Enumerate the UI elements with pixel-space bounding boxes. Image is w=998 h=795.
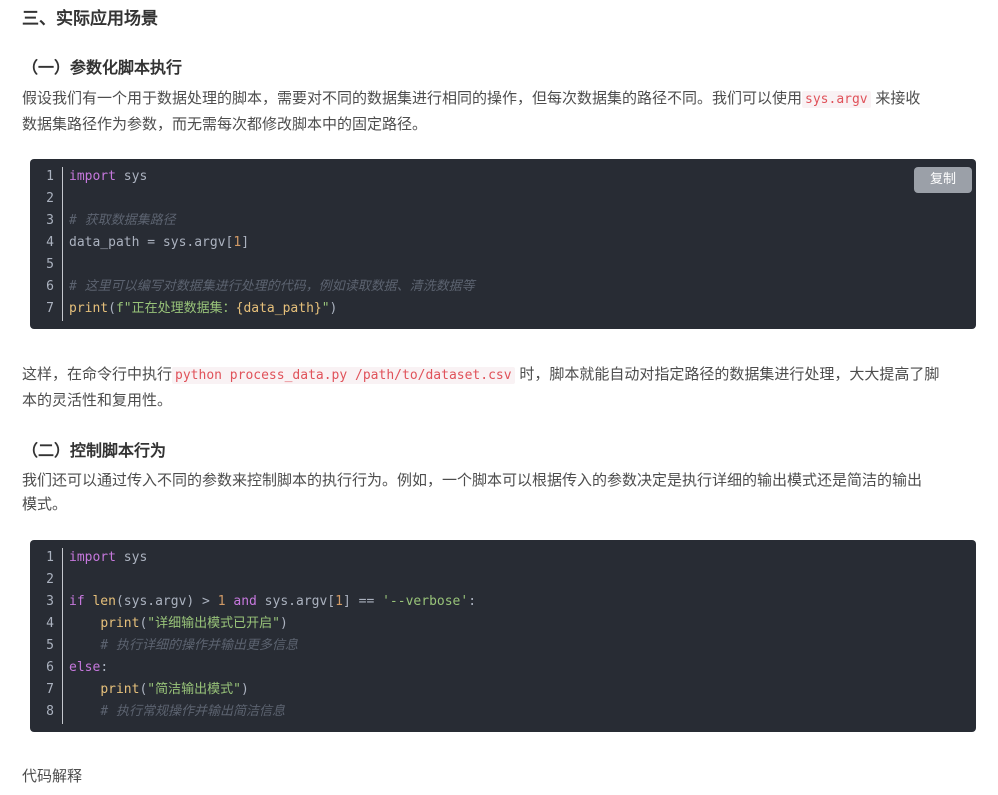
- line-number: 3: [46, 594, 54, 609]
- code-explanation-heading: 代码解释: [22, 767, 83, 785]
- paragraph-3-text-b: 模式。: [22, 495, 68, 513]
- gutter-divider: [62, 548, 63, 724]
- code-line: # 执行详细的操作并输出更多信息: [100, 638, 298, 653]
- line-number: 6: [46, 279, 54, 294]
- code-line: print("详细输出模式已开启"): [100, 616, 288, 631]
- code-line: if len(sys.argv) > 1 and sys.argv[1] == …: [69, 594, 477, 609]
- code-line: # 执行常规操作并输出简洁信息: [100, 704, 285, 719]
- line-number: 1: [46, 169, 54, 184]
- code-lines[interactable]: import sys if len(sys.argv) > 1 and sys.…: [69, 547, 976, 723]
- line-number: 7: [46, 301, 54, 316]
- line-number: 4: [46, 616, 54, 631]
- paragraph-2: 这样，在命令行中执行 python process_data.py /path/t…: [22, 362, 982, 412]
- code-line: # 这里可以编写对数据集进行处理的代码，例如读取数据、清洗数据等: [69, 279, 475, 294]
- paragraph-2-text-b: 时，脚本就能自动对指定路径的数据集进行处理，大大提高了脚: [519, 365, 940, 383]
- gutter-divider: [62, 167, 63, 321]
- paragraph-1-text-b: 来接收: [875, 89, 921, 107]
- code-line: print(f"正在处理数据集：{data_path}"): [69, 301, 338, 316]
- line-number: 3: [46, 213, 54, 228]
- code-line: import sys: [69, 169, 148, 184]
- paragraph-3-text-a: 我们还可以通过传入不同的参数来控制脚本的执行行为。例如，一个脚本可以根据传入的参…: [22, 471, 923, 489]
- code-line: print("简洁输出模式"): [100, 682, 249, 697]
- paragraph-2-text-a: 这样，在命令行中执行: [22, 365, 173, 383]
- paragraph-1: 假设我们有一个用于数据处理的脚本，需要对不同的数据集进行相同的操作，但每次数据集…: [22, 86, 982, 136]
- code-lines[interactable]: import sys # 获取数据集路径 data_path = sys.arg…: [69, 166, 976, 320]
- line-number: 5: [46, 638, 54, 653]
- line-numbers: 1 2 3 4 5 6 7 8: [30, 547, 62, 732]
- section-title: 三、实际应用场景: [22, 9, 158, 29]
- paragraph-2-text-c: 本的灵活性和复用性。: [22, 391, 173, 409]
- paragraph-3: 我们还可以通过传入不同的参数来控制脚本的执行行为。例如，一个脚本可以根据传入的参…: [22, 468, 982, 516]
- line-number: 8: [46, 704, 54, 719]
- line-number: 4: [46, 235, 54, 250]
- paragraph-1-text-c: 数据集路径作为参数，而无需每次都修改脚本中的固定路径。: [22, 115, 428, 133]
- line-number: 5: [46, 257, 54, 272]
- line-number: 2: [46, 572, 54, 587]
- line-number: 1: [46, 550, 54, 565]
- line-number: 6: [46, 660, 54, 675]
- code-line: else:: [69, 660, 109, 675]
- code-block-2: 1 2 3 4 5 6 7 8 import sys if len(sys.ar…: [30, 540, 976, 732]
- line-numbers: 1 2 3 4 5 6 7: [30, 166, 62, 329]
- code-line: # 获取数据集路径: [69, 213, 176, 228]
- paragraph-1-text-a: 假设我们有一个用于数据处理的脚本，需要对不同的数据集进行相同的操作，但每次数据集…: [22, 89, 803, 107]
- code-line: import sys: [69, 550, 148, 565]
- inline-code-command: python process_data.py /path/to/dataset.…: [172, 367, 515, 384]
- line-number: 2: [46, 191, 54, 206]
- inline-code-sys-argv: sys.argv: [802, 91, 871, 108]
- subsection-title-2: （二）控制脚本行为: [22, 441, 167, 460]
- code-line: data_path = sys.argv[1]: [69, 235, 250, 250]
- line-number: 7: [46, 682, 54, 697]
- code-block-1: 1 2 3 4 5 6 7 import sys # 获取数据集路径 data_…: [30, 159, 976, 329]
- copy-button[interactable]: 复制: [914, 167, 972, 193]
- subsection-title-1: （一）参数化脚本执行: [22, 58, 183, 77]
